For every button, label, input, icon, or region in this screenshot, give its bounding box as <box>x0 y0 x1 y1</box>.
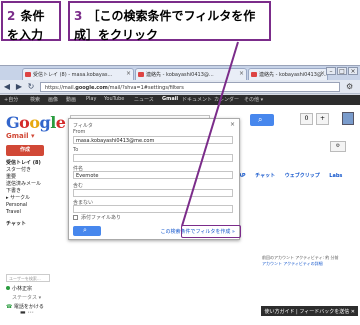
tab-chat[interactable]: チャット <box>255 173 275 179</box>
gbar-item-youtube[interactable]: YouTube <box>104 96 124 102</box>
call-phone-link[interactable]: ☎ 電話をかける <box>6 303 66 312</box>
bottom-chat-icons[interactable]: ▬ ⋯ <box>20 309 34 316</box>
wrench-icon[interactable]: ⚙ <box>346 82 356 92</box>
gbar-item-gmail[interactable]: Gmail <box>162 96 178 102</box>
chat-status-dropdown[interactable]: ステータス ▾ <box>6 294 66 303</box>
online-status-icon <box>6 286 10 290</box>
browser-tab-label: 連絡先 - kobayashi0413@... <box>146 72 214 78</box>
settings-tabs: AP チャット ウェブクリップ Labs <box>238 172 350 179</box>
chat-heading: チャット <box>6 221 26 227</box>
gbar-item-search[interactable]: 検索 <box>30 96 40 103</box>
filter-search-button[interactable]: ⌕ <box>73 226 101 236</box>
chat-list: 小林正宗 ステータス ▾ ☎ 電話をかける <box>6 285 66 312</box>
sidebar-item-travel[interactable]: Travel <box>6 209 66 216</box>
browser-toolbar: ◀ ▶ ↻ https://mail.google.com/mail/?shva… <box>0 80 360 94</box>
avatar[interactable] <box>342 112 354 125</box>
has-attachment-checkbox[interactable] <box>73 215 78 220</box>
tab-webclips[interactable]: ウェブクリップ <box>285 173 320 179</box>
callout-step-3-text: ［この検索条件でフィルタを作成］をクリック <box>74 9 256 42</box>
browser-tab-label: 受信トレイ (8) - masa.kobayas... <box>33 72 113 78</box>
tab-strip: 受信トレイ (8) - masa.kobayas... × 連絡先 - koba… <box>0 66 360 80</box>
doesnt-have-field[interactable] <box>73 205 233 213</box>
compose-button[interactable]: 作成 <box>6 145 44 156</box>
callout-step-3-number: 3 <box>74 9 83 23</box>
subject-field[interactable]: Evernote <box>73 171 233 179</box>
mail-search-button[interactable]: ⌕ <box>250 114 274 126</box>
filter-dialog-title: フィルタ <box>73 123 93 129</box>
from-field[interactable]: masa.kobayashi0413@me.com <box>73 136 233 144</box>
gbar-item-more[interactable]: その他 ▾ <box>244 96 263 103</box>
feedback-bar[interactable]: 使い方ガイド | フィードバックを送信 ✕ <box>261 306 358 316</box>
chat-contact-name: 小林正宗 <box>12 286 33 292</box>
search-icon: ⌕ <box>258 115 263 124</box>
account-count: 0 <box>304 115 309 122</box>
gbar-item-docs[interactable]: ドキュメント <box>182 96 212 103</box>
back-icon[interactable]: ◀ <box>2 82 12 92</box>
minimize-icon[interactable]: – <box>326 67 336 75</box>
sidebar-item-circles[interactable]: ▸ サークル <box>6 195 66 202</box>
gbar-item-video[interactable]: 動画 <box>66 96 76 103</box>
url-host: google.com <box>75 85 108 91</box>
browser-tab-contacts-2[interactable]: 連絡先 - kobayashi0413@... × <box>248 68 328 80</box>
gmail-menu-label[interactable]: Gmail ▾ <box>6 132 35 140</box>
url-prefix: https://mail. <box>45 85 76 91</box>
tab-labs[interactable]: Labs <box>329 173 342 179</box>
has-attachment-label: 添付ファイルあり <box>81 215 122 221</box>
close-tab-icon[interactable]: × <box>239 70 244 77</box>
gbar-item-play[interactable]: Play <box>86 96 96 102</box>
google-logo: Google <box>6 113 66 132</box>
reload-icon[interactable]: ↻ <box>26 82 36 92</box>
gbar-item-news[interactable]: ニュース <box>134 96 154 103</box>
callout-step-3: 3 ［この検索条件でフィルタを作成］をクリック <box>68 1 271 42</box>
gbar-item-images[interactable]: 画像 <box>48 96 58 103</box>
close-tab-icon[interactable]: × <box>320 70 325 77</box>
chat-search-input[interactable]: ユーザーを検索... <box>6 274 50 282</box>
chat-contact-self[interactable]: 小林正宗 <box>6 285 66 294</box>
sidebar-item-sent[interactable]: 送信済みメール <box>6 181 66 188</box>
gear-icon: ⚙ <box>335 143 341 149</box>
gbar-item-calendar[interactable]: カレンダー <box>214 96 239 103</box>
callout-step-2-number: 2 <box>7 9 16 23</box>
sidebar-item-inbox[interactable]: 受信トレイ (8) <box>6 160 66 167</box>
account-activity-info: 前回のアカウント アクティビティ: 約 分前 アカウント アクティビティの詳細 <box>262 255 358 267</box>
browser-tab-inbox[interactable]: 受信トレイ (8) - masa.kobayas... × <box>22 68 134 80</box>
to-label: To <box>73 147 79 153</box>
screen: 2 条件を入力 3 ［この検索条件でフィルタを作成］をクリック 受信トレイ (8… <box>0 0 360 325</box>
create-filter-highlight <box>181 225 241 238</box>
url-path: /mail/?shva=1#settings/filters <box>107 85 184 91</box>
window-controls: – □ × <box>326 67 358 75</box>
has-words-field[interactable] <box>73 189 233 197</box>
from-label: From <box>73 129 86 135</box>
gmail-favicon-icon <box>138 72 144 77</box>
maximize-icon[interactable]: □ <box>337 67 347 75</box>
account-count-badge[interactable]: 0 <box>300 113 313 125</box>
filter-dialog: フィルタ × From masa.kobayashi0413@me.com To… <box>68 118 241 240</box>
sidebar-item-starred[interactable]: スター付き <box>6 167 66 174</box>
sidebar-item-drafts[interactable]: 下書き <box>6 188 66 195</box>
gmail-favicon-icon <box>251 72 257 77</box>
settings-gear-button[interactable]: ⚙ <box>330 141 346 152</box>
address-bar[interactable]: https://mail.google.com/mail/?shva=1#set… <box>40 82 340 92</box>
share-plus-button[interactable]: + <box>316 113 329 125</box>
forward-icon[interactable]: ▶ <box>14 82 24 92</box>
has-words-label: 含む <box>73 183 84 189</box>
close-icon[interactable]: × <box>230 121 235 128</box>
close-tab-icon[interactable]: × <box>126 70 131 77</box>
browser-tab-contacts-1[interactable]: 連絡先 - kobayashi0413@... × <box>135 68 247 80</box>
browser-tab-label: 連絡先 - kobayashi0413@... <box>259 72 327 78</box>
sidebar-item-personal[interactable]: Personal <box>6 202 66 209</box>
phone-icon: ☎ <box>6 304 13 310</box>
sidebar-item-important[interactable]: 重要 <box>6 174 66 181</box>
callout-step-2: 2 条件を入力 <box>1 1 61 42</box>
gmail-favicon-icon <box>25 72 31 77</box>
to-field[interactable] <box>73 154 233 162</box>
gbar-item-plus[interactable]: +自分 <box>4 96 18 103</box>
google-bar: +自分 検索 画像 動画 Play YouTube ニュース Gmail ドキュ… <box>0 95 360 105</box>
search-icon: ⌕ <box>83 226 87 234</box>
label-list: 受信トレイ (8) スター付き 重要 送信済みメール 下書き ▸ サークル Pe… <box>6 160 66 228</box>
close-window-icon[interactable]: × <box>348 67 358 75</box>
activity-details-link[interactable]: アカウント アクティビティの詳細 <box>262 261 358 267</box>
